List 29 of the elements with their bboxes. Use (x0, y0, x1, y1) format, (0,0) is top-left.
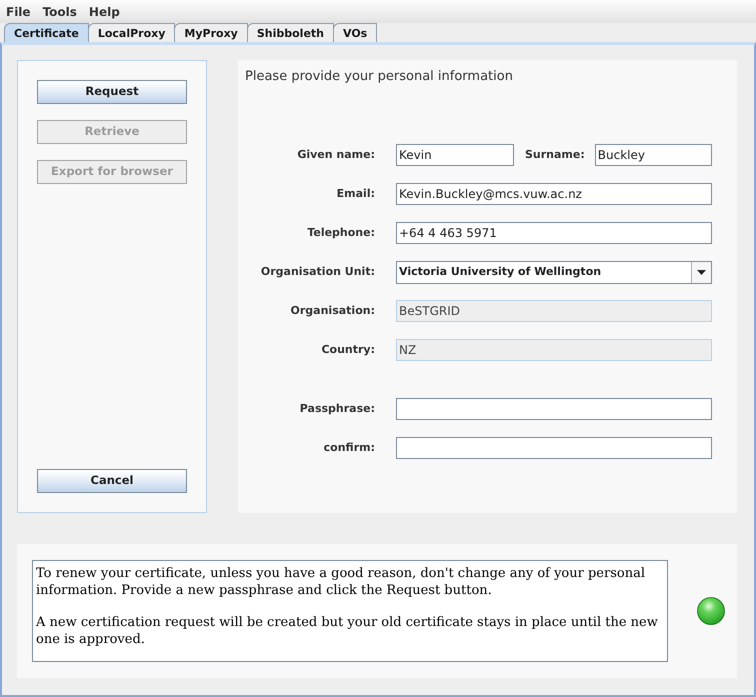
tab[interactable]: MyProxy (174, 23, 248, 42)
password-field[interactable] (396, 398, 712, 420)
password-field[interactable] (396, 437, 712, 459)
menu-item[interactable]: Help (82, 0, 126, 23)
tab[interactable]: Certificate (4, 23, 89, 42)
menu-item[interactable]: Tools (36, 0, 83, 23)
field-label: confirm: (322, 440, 375, 456)
tab[interactable]: VOs (333, 23, 378, 42)
field-label: Telephone: (306, 224, 375, 241)
cancel-button[interactable]: Cancel (37, 469, 187, 493)
text-field[interactable]: Buckley (594, 144, 712, 166)
field-label: Given name: (296, 146, 375, 163)
field-label: Passphrase: (298, 400, 375, 417)
menu-item[interactable]: File (0, 0, 37, 23)
tab[interactable]: LocalProxy (88, 23, 176, 42)
text-field[interactable]: Kevin (396, 144, 514, 166)
info-paragraph: A new certification request will be created but your old certificate stays in place until the new one is approved. (36, 614, 659, 648)
text-field[interactable]: Kevin.Buckley@mcs.vuw.ac.nz (396, 183, 712, 205)
dropdown[interactable]: Victoria University of Wellington (396, 260, 712, 284)
field-label: Country: (320, 342, 375, 358)
field-label: Organisation Unit: (260, 264, 375, 280)
field-label: Organisation: (290, 302, 375, 319)
field-label: Surname: (525, 146, 585, 163)
field-label: Email: (336, 186, 375, 202)
form-title: Please provide your personal information (245, 69, 514, 85)
action-button[interactable]: Request (37, 80, 187, 104)
text-field[interactable]: +64 4 463 5971 (396, 222, 712, 244)
info-paragraph: To renew your certificate, unless you have a good reason, don't change any of your personal information. Provide a new passphrase and click the Request button. (36, 565, 646, 599)
caret-icon (697, 270, 706, 274)
